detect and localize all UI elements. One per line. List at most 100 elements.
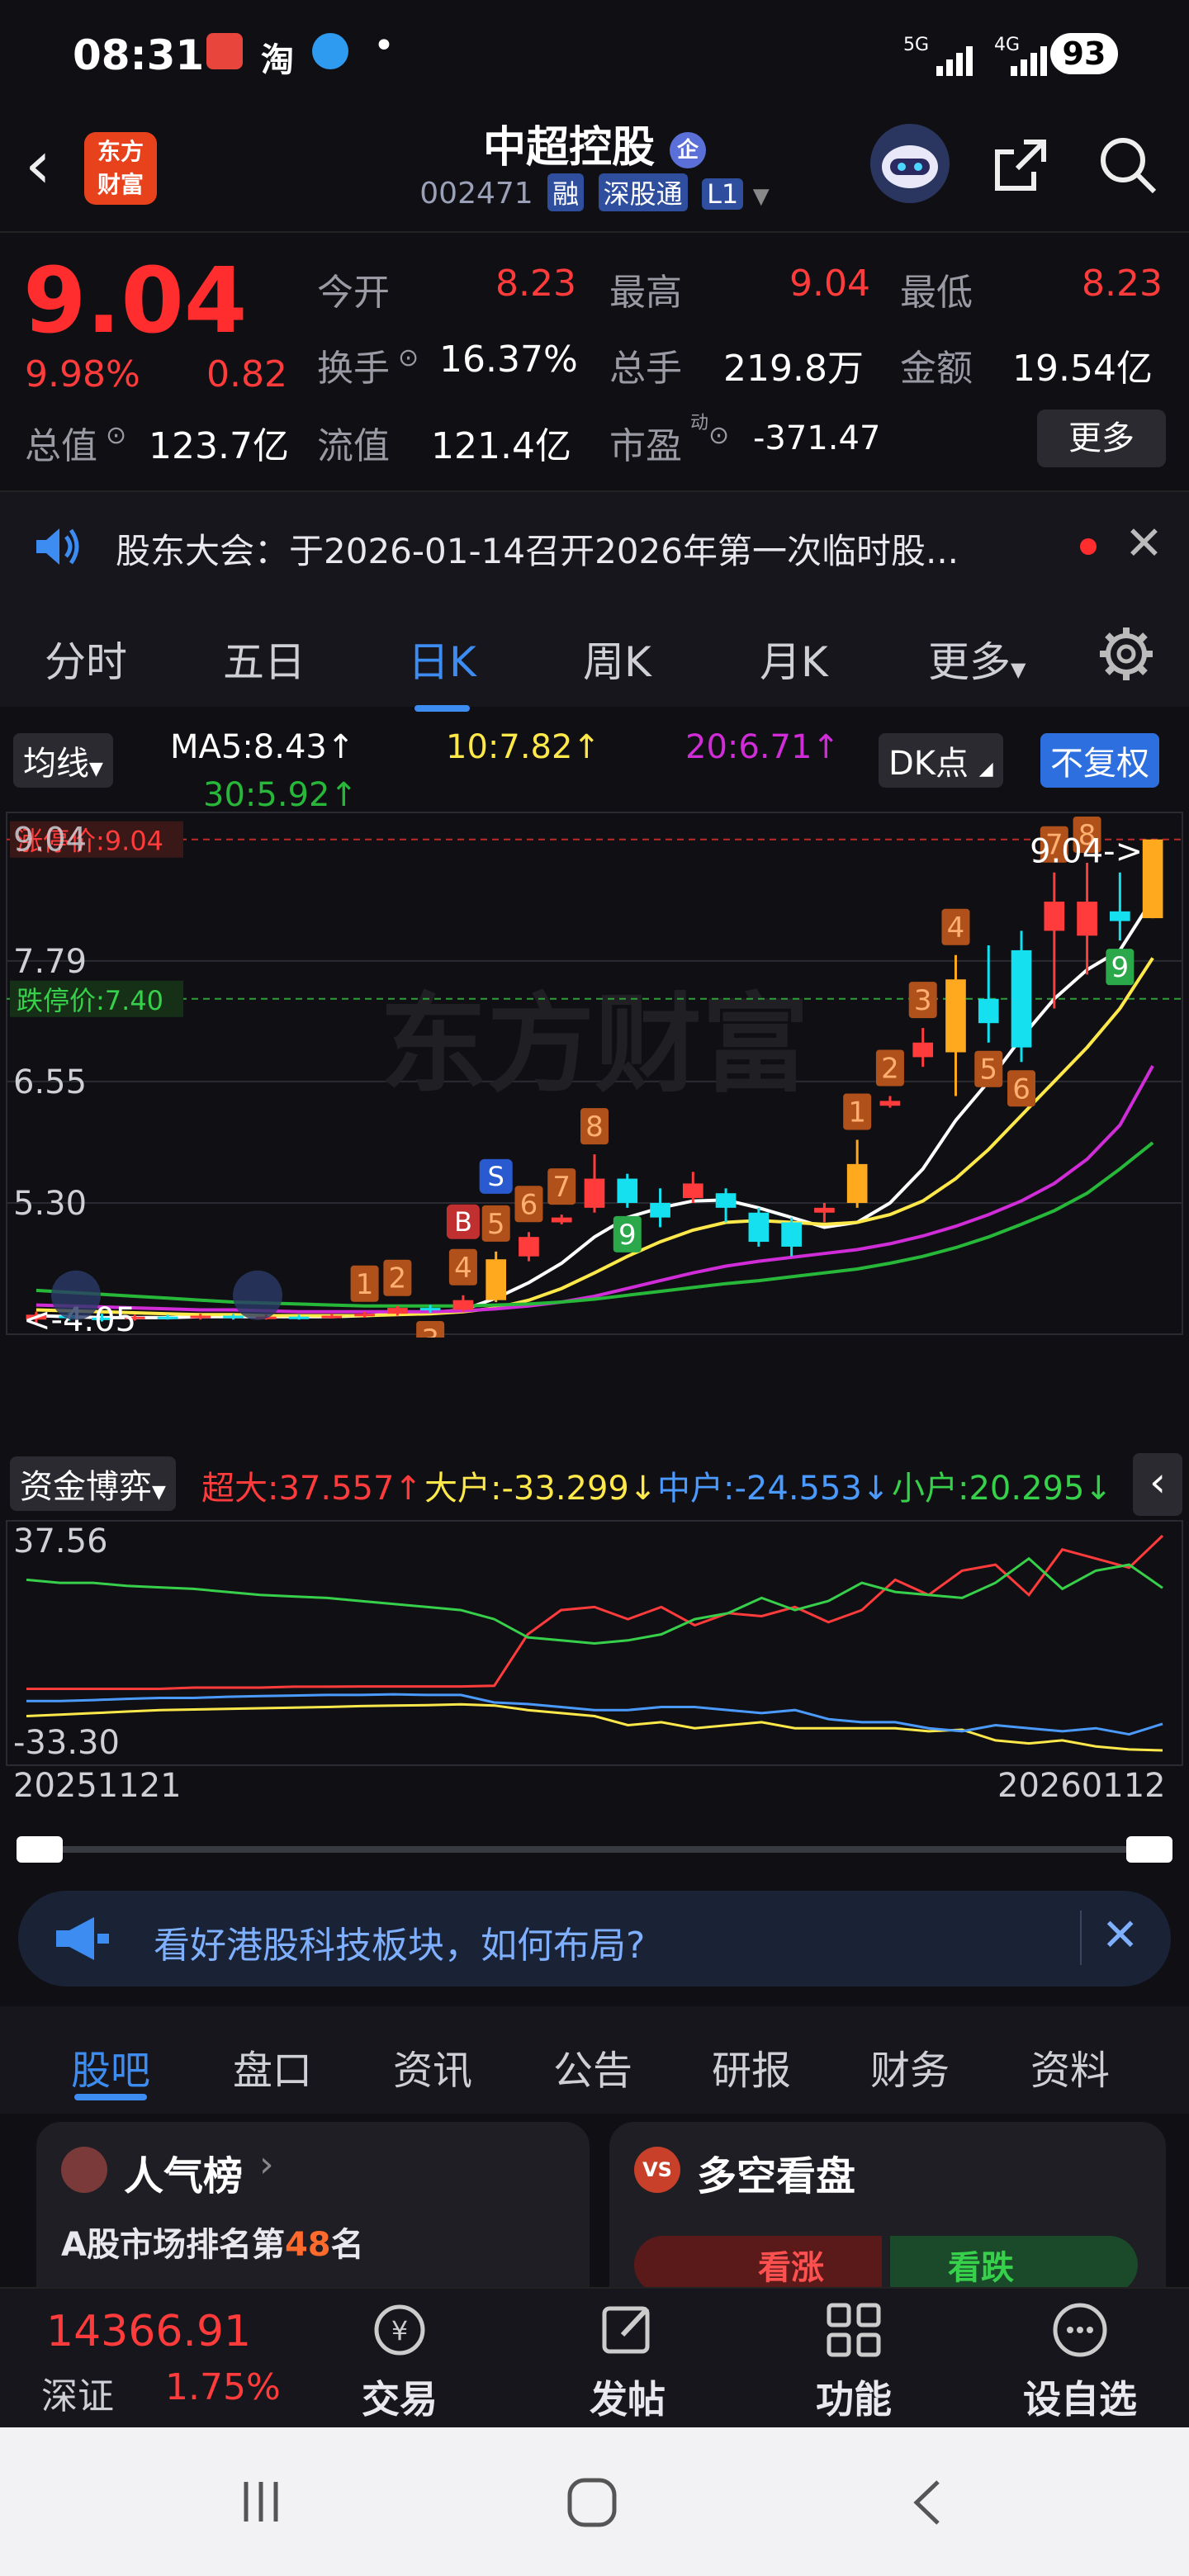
- td-count-label: 4: [454, 1252, 472, 1285]
- candle-body: [288, 1316, 310, 1319]
- flow-selector[interactable]: 资金博弈▼: [10, 1456, 176, 1511]
- caret-down-icon: ▼: [1011, 658, 1026, 681]
- recent-apps-icon[interactable]: [236, 2477, 286, 2526]
- promo-divider: [1080, 1911, 1082, 1965]
- close-icon[interactable]: ✕: [1125, 517, 1163, 571]
- legend-super-large: 超大:37.557↑: [201, 1470, 422, 1508]
- candle-body: [748, 1212, 770, 1243]
- volume-value: 219.8万: [723, 348, 864, 390]
- candle-body: [1077, 902, 1097, 936]
- kline-chart-area: 均线▼ MA5:8.43↑ 10:7.82↑ 20:6.71↑ 30:5.92↑…: [0, 710, 1189, 1453]
- flow-series-line-0: [26, 1534, 1164, 1690]
- bear-button[interactable]: 看跌: [890, 2236, 1138, 2294]
- rank-number: 48: [284, 2226, 331, 2264]
- tab-announcements[interactable]: 公告: [553, 2038, 632, 2095]
- candle-body: [584, 1178, 605, 1208]
- chevron-down-icon[interactable]: ▼: [753, 184, 770, 209]
- change-percent: 9.98%: [25, 353, 140, 395]
- share-icon[interactable]: [988, 132, 1054, 198]
- dk-point-button[interactable]: DK点 ◢: [879, 733, 1003, 788]
- scroll-handle-left[interactable]: [17, 1836, 63, 1863]
- market-rank: A股市场排名第48名: [61, 2218, 364, 2266]
- drawing-tool-icon: [233, 1270, 282, 1320]
- legend-super-name: 超大: [201, 1470, 268, 1508]
- bull-button[interactable]: 看涨: [634, 2236, 882, 2294]
- post-label: 发帖: [590, 2377, 666, 2422]
- amount-value: 19.54亿: [1012, 348, 1153, 390]
- caret-down-icon-3: ▼: [152, 1482, 166, 1503]
- candle-body: [912, 1042, 934, 1058]
- search-icon[interactable]: [1095, 132, 1161, 198]
- low-value: 8.23: [1082, 263, 1163, 305]
- candle-body: [1142, 839, 1163, 919]
- tab-intraday[interactable]: 分时: [45, 629, 127, 689]
- collapse-panel-icon[interactable]: ‹: [1133, 1453, 1182, 1516]
- capital-flow-panel: 资金博弈▼ 超大:37.557↑ 大户:-33.299↓ 中户:-24.553↓…: [0, 1453, 1189, 1805]
- tab-five-day[interactable]: 五日: [223, 629, 306, 689]
- td-count-label: 2: [881, 1052, 899, 1085]
- more-button[interactable]: 更多: [1037, 410, 1166, 467]
- legend-large-value: -33.299: [501, 1470, 629, 1508]
- candle-body: [846, 1163, 868, 1203]
- pe-value: -371.47: [753, 419, 881, 457]
- volume-label: 总手: [609, 348, 682, 390]
- ma10-text: 10:7.82: [446, 728, 573, 766]
- tab-financials[interactable]: 财务: [870, 2038, 950, 2095]
- x-end-label: 20260112: [997, 1767, 1166, 1805]
- ma-selector-label: 均线: [23, 745, 89, 783]
- tab-news[interactable]: 资讯: [393, 2038, 472, 2095]
- bottom-toolbar: 14366.91 深证 1.75% ¥ 交易 发帖 功能 设自选: [0, 2287, 1189, 2429]
- bull-bear-title: 多空看盘: [697, 2153, 856, 2200]
- legend-small-value: 20.295: [969, 1470, 1085, 1508]
- last-price: 9.04: [23, 248, 248, 353]
- float-value: 121.4亿: [431, 425, 571, 467]
- tab-weekly-k[interactable]: 周K: [583, 629, 651, 689]
- double-chevron-icon: [51, 1270, 101, 1320]
- td-count-label: 2: [389, 1262, 407, 1295]
- home-icon[interactable]: [565, 2475, 619, 2530]
- robot-assistant-icon[interactable]: [870, 124, 950, 203]
- candle-body: [519, 1237, 539, 1257]
- yen-icon: ¥: [374, 2304, 425, 2356]
- status-bar: 08:31 淘 • 5G 4G 93: [0, 0, 1189, 107]
- info-icon-3[interactable]: ⊙: [708, 421, 729, 450]
- unread-dot: [1080, 538, 1097, 555]
- candle-body: [682, 1183, 703, 1199]
- shareholder-notice[interactable]: 股东大会：于2026-01-14召开2026年第一次临时股... ✕: [0, 490, 1189, 601]
- scroll-handle-right[interactable]: [1126, 1836, 1172, 1863]
- candlestick-chart[interactable]: 7.796.555.30东方财富涨停价:9.049.04跌停价:7.401234…: [0, 809, 1189, 1338]
- candle-body: [157, 1316, 178, 1319]
- candle-body: [452, 1300, 474, 1310]
- legend-small-name: 小户: [892, 1470, 958, 1508]
- tab-forum[interactable]: 股吧: [71, 2038, 150, 2095]
- close-icon-2[interactable]: ✕: [1101, 1909, 1139, 1961]
- add-watchlist-button[interactable]: 设自选: [1014, 2297, 1146, 2424]
- tab-research[interactable]: 研报: [712, 2038, 791, 2095]
- tab-orderbook[interactable]: 盘口: [233, 2038, 312, 2095]
- ma-selector[interactable]: 均线▼: [13, 733, 113, 788]
- tab-daily-k[interactable]: 日K: [408, 629, 476, 712]
- index-change: 1.75%: [165, 2366, 281, 2408]
- trade-button[interactable]: ¥ 交易: [334, 2297, 466, 2424]
- promo-banner[interactable]: 看好港股科技板块，如何布局? ✕: [18, 1891, 1171, 1986]
- candle-body: [223, 1315, 244, 1319]
- candle-body: [617, 1178, 638, 1203]
- candle-body: [551, 1217, 572, 1223]
- arrow-up-icon-2: ↑: [572, 728, 600, 766]
- mktcap-label: 总值: [25, 425, 97, 467]
- gear-icon[interactable]: [1095, 623, 1158, 685]
- amount-label: 金额: [900, 348, 973, 390]
- info-icon-2[interactable]: ⊙: [106, 421, 126, 450]
- tab-monthly-k[interactable]: 月K: [760, 629, 828, 689]
- open-value: 8.23: [495, 263, 576, 305]
- info-icon[interactable]: ⊙: [398, 343, 419, 372]
- functions-button[interactable]: 功能: [788, 2297, 920, 2424]
- post-button[interactable]: 发帖: [561, 2297, 694, 2424]
- adjust-button[interactable]: 不复权: [1040, 733, 1159, 788]
- edit-icon: [602, 2306, 650, 2354]
- back-nav-icon[interactable]: [903, 2475, 953, 2530]
- tab-more[interactable]: 更多▼: [928, 629, 1026, 689]
- chart-range-scrollbar[interactable]: [17, 1835, 1172, 1863]
- y-tick-label: 6.55: [13, 1063, 87, 1101]
- tab-profile[interactable]: 资料: [1030, 2038, 1110, 2095]
